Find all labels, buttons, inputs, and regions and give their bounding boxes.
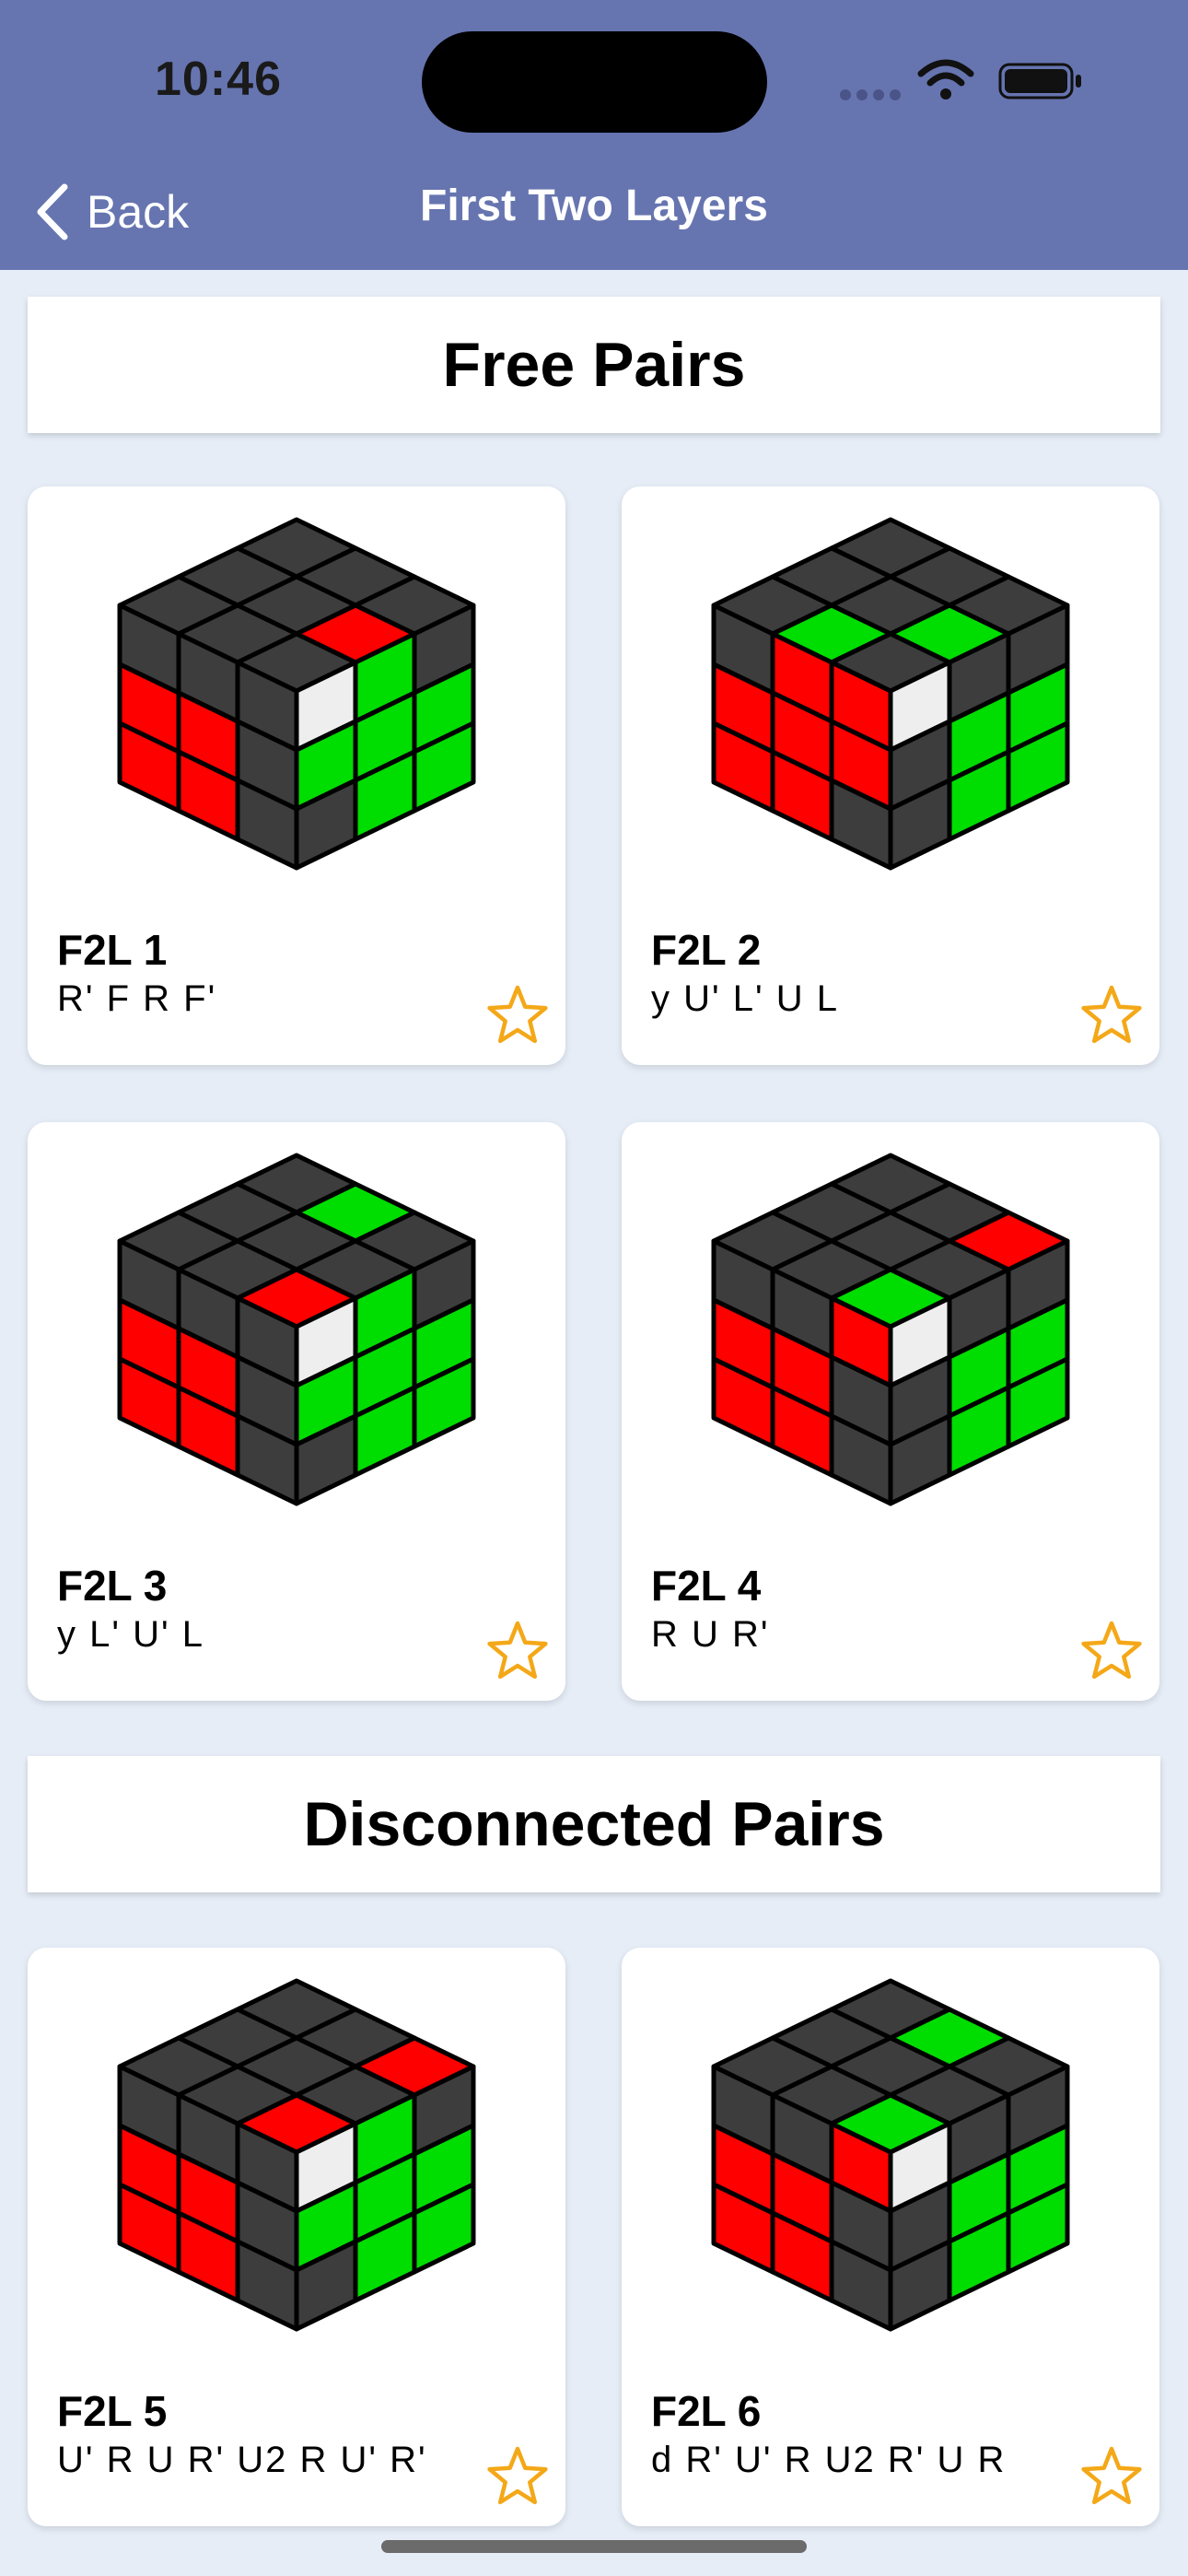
section-title: Free Pairs bbox=[442, 330, 746, 400]
favorite-star-icon[interactable] bbox=[484, 982, 551, 1048]
section-title: Disconnected Pairs bbox=[303, 1789, 885, 1859]
favorite-star-icon[interactable] bbox=[484, 1618, 551, 1684]
case-card-f2l-5[interactable]: F2L 5 U' R U R' U2 R U' R' bbox=[28, 1948, 565, 2526]
cube-diagram bbox=[117, 1153, 476, 1506]
case-algorithm: R U R' bbox=[651, 1614, 770, 1655]
home-indicator[interactable] bbox=[381, 2540, 807, 2553]
cube-diagram bbox=[117, 517, 476, 871]
cube-diagram bbox=[117, 1978, 476, 2332]
case-name: F2L 3 bbox=[57, 1562, 168, 1610]
favorite-star-icon[interactable] bbox=[1078, 1618, 1145, 1684]
case-card-f2l-3[interactable]: F2L 3 y L' U' L bbox=[28, 1122, 565, 1701]
battery-icon bbox=[998, 63, 1081, 100]
favorite-star-icon[interactable] bbox=[1078, 982, 1145, 1048]
page-title: First Two Layers bbox=[420, 181, 768, 230]
case-name: F2L 6 bbox=[651, 2387, 762, 2435]
case-card-f2l-4[interactable]: F2L 4 R U R' bbox=[622, 1122, 1159, 1701]
case-algorithm: d R' U' R U2 R' U R bbox=[651, 2440, 1007, 2480]
section-header-disconnected-pairs: Disconnected Pairs bbox=[28, 1756, 1160, 1892]
case-name: F2L 5 bbox=[57, 2387, 168, 2435]
cube-diagram bbox=[711, 1153, 1070, 1506]
cube-diagram bbox=[711, 517, 1070, 871]
case-algorithm: y U' L' U L bbox=[651, 978, 839, 1019]
dynamic-island bbox=[422, 31, 767, 133]
case-name: F2L 2 bbox=[651, 926, 762, 974]
case-card-f2l-2[interactable]: F2L 2 y U' L' U L bbox=[622, 486, 1159, 1065]
status-icons bbox=[840, 57, 1089, 103]
cube-diagram bbox=[711, 1978, 1070, 2332]
case-name: F2L 4 bbox=[651, 1562, 762, 1610]
favorite-star-icon[interactable] bbox=[1078, 2443, 1145, 2510]
favorite-star-icon[interactable] bbox=[484, 2443, 551, 2510]
case-algorithm: y L' U' L bbox=[57, 1614, 204, 1655]
cellular-signal-icon bbox=[840, 88, 906, 105]
case-card-f2l-1[interactable]: F2L 1 R' F R F' bbox=[28, 486, 565, 1065]
navigation-bar: 10:46 Back First Two Layers bbox=[0, 0, 1188, 270]
case-name: F2L 1 bbox=[57, 926, 168, 974]
case-algorithm: U' R U R' U2 R U' R' bbox=[57, 2440, 427, 2480]
case-algorithm: R' F R F' bbox=[57, 978, 217, 1019]
section-header-free-pairs: Free Pairs bbox=[28, 297, 1160, 433]
case-card-f2l-6[interactable]: F2L 6 d R' U' R U2 R' U R bbox=[622, 1948, 1159, 2526]
status-time: 10:46 bbox=[155, 53, 282, 106]
wifi-icon bbox=[917, 59, 974, 100]
